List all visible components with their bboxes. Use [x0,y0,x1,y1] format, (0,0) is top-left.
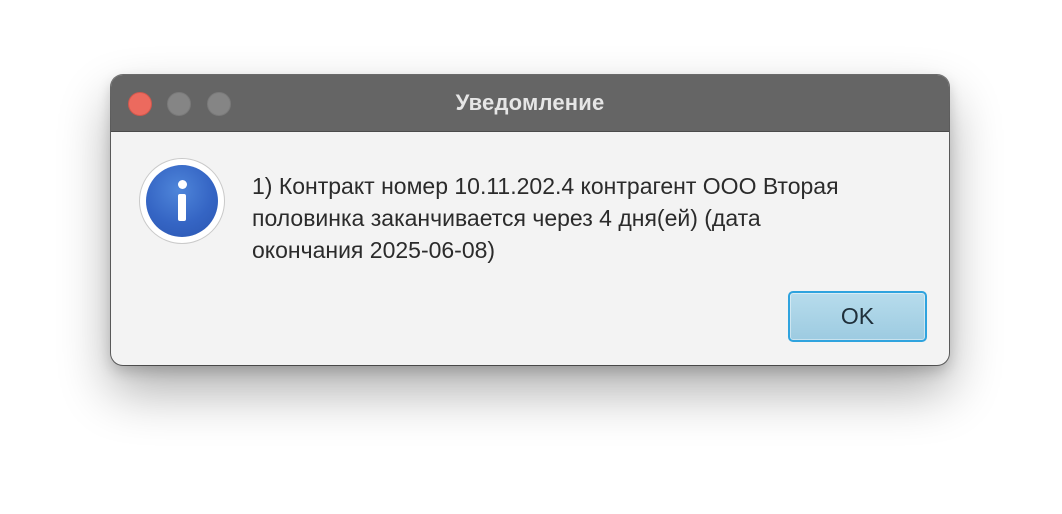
notification-message: 1) Контракт номер 10.11.202.4 контрагент… [252,170,912,266]
info-icon-stem [178,194,186,221]
ok-button[interactable]: OK [788,291,927,342]
title-bar[interactable]: Уведомление [111,75,949,132]
message-line: половинка заканчивается через 4 дня(ей) … [252,205,761,231]
message-line: 1) Контракт номер 10.11.202.4 контрагент… [252,173,839,199]
info-icon-circle [146,165,218,237]
message-line: окончания 2025-06-08) [252,237,496,263]
info-icon-dot [178,180,187,189]
notification-dialog: Уведомление 1) Контракт номер 10.11.202.… [111,75,949,365]
info-icon [139,158,225,244]
window-title: Уведомление [455,90,605,115]
screen: Уведомление 1) Контракт номер 10.11.202.… [0,0,1062,514]
